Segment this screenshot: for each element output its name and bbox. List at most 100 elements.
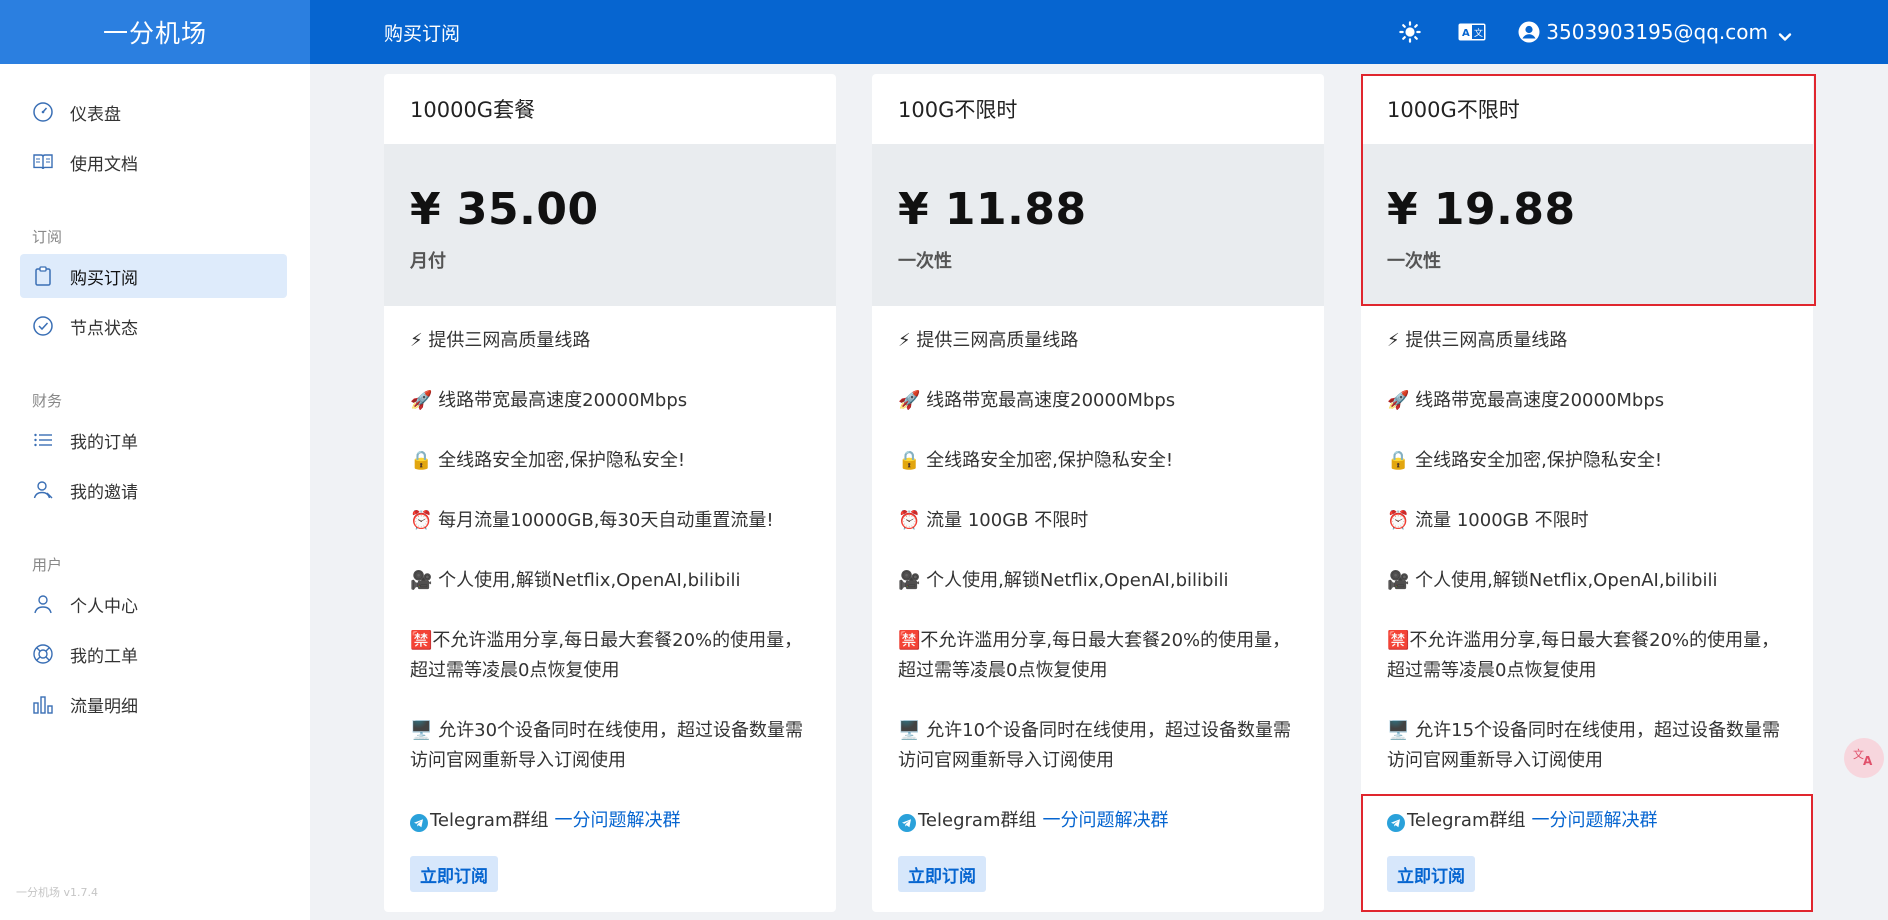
feature-item: 🔒 全线路安全加密,保护隐私安全! — [410, 450, 686, 471]
plan-card: 100G不限时 ¥ 11.88 一次性 ⚡ 提供三网高质量线路 🚀 线路带宽最高… — [872, 74, 1324, 912]
feature-list: ⚡ 提供三网高质量线路 🚀 线路带宽最高速度20000Mbps 🔒 全线路安全加… — [384, 306, 836, 836]
sidebar-item-tickets[interactable]: 我的工单 — [20, 632, 287, 676]
sidebar-item-label: 我的订单 — [70, 432, 138, 453]
feature-item: ⚡ 提供三网高质量线路 — [410, 330, 591, 351]
price-box: ¥ 19.88 一次性 — [1361, 144, 1813, 306]
sidebar-item-buy-subscription[interactable]: 购买订阅 — [20, 254, 287, 298]
feature-item: 🈲不允许滥用分享,每日最大套餐20%的使用量，超过需等凌晨0点恢复使用 — [898, 630, 1291, 681]
feature-item: ⏰ 流量 100GB 不限时 — [898, 510, 1089, 531]
feature-item: 🈲不允许滥用分享,每日最大套餐20%的使用量，超过需等凌晨0点恢复使用 — [410, 630, 803, 681]
telegram-group-link[interactable]: 一分问题解决群 — [1531, 806, 1657, 836]
lifebuoy-icon — [32, 643, 54, 665]
telegram-label: Telegram群组 — [430, 810, 549, 831]
telegram-icon — [1387, 812, 1405, 832]
nav-group-user: 用户 — [32, 556, 63, 574]
user-menu[interactable]: 3503903195@qq.com — [1518, 20, 1792, 44]
sidebar-item-my-invites[interactable]: 我的邀请 — [20, 468, 287, 512]
feature-item: 🚀 线路带宽最高速度20000Mbps — [1387, 390, 1665, 411]
subscribe-button[interactable]: 立即订阅 — [410, 856, 498, 892]
app-version: 一分机场 v1.7.4 — [16, 886, 98, 899]
sidebar-item-label: 我的邀请 — [70, 482, 138, 503]
sidebar-item-label: 个人中心 — [70, 596, 138, 617]
sidebar-item-label: 购买订阅 — [70, 268, 138, 289]
feature-item: 🔒 全线路安全加密,保护隐私安全! — [898, 450, 1174, 471]
feature-item: 🎥 个人使用,解锁Netflix,OpenAI,bilibili — [410, 570, 741, 591]
plan-card: 10000G套餐 ¥ 35.00 月付 ⚡ 提供三网高质量线路 🚀 线路带宽最高… — [384, 74, 836, 912]
svg-text:文: 文 — [1474, 27, 1483, 39]
feature-item: ⚡ 提供三网高质量线路 — [1387, 330, 1568, 351]
user-avatar-icon — [1518, 21, 1540, 43]
svg-text:A: A — [1863, 754, 1873, 768]
feature-item: ⚡ 提供三网高质量线路 — [898, 330, 1079, 351]
sidebar-item-label: 节点状态 — [70, 318, 138, 339]
dashboard-icon — [32, 101, 54, 123]
plan-card: 1000G不限时 ¥ 19.88 一次性 ⚡ 提供三网高质量线路 🚀 线路带宽最… — [1361, 74, 1813, 912]
sidebar-item-label: 流量明细 — [70, 696, 138, 717]
language-icon[interactable]: A文 — [1458, 22, 1486, 42]
telegram-row: Telegram群组 一分问题解决群 — [410, 806, 810, 836]
sidebar-item-label: 我的工单 — [70, 646, 138, 667]
sidebar: 仪表盘 使用文档 订阅 购买订阅 节点状态 财务 我的订单 我的邀请 用户 个人… — [0, 64, 310, 920]
feature-item: ⏰ 流量 1000GB 不限时 — [1387, 510, 1589, 531]
feature-list: ⚡ 提供三网高质量线路 🚀 线路带宽最高速度20000Mbps 🔒 全线路安全加… — [872, 306, 1324, 836]
telegram-icon — [898, 812, 916, 832]
feature-list: ⚡ 提供三网高质量线路 🚀 线路带宽最高速度20000Mbps 🔒 全线路安全加… — [1361, 306, 1813, 836]
page-title: 购买订阅 — [384, 22, 461, 45]
nav-group-finance: 财务 — [32, 392, 63, 410]
sidebar-item-docs[interactable]: 使用文档 — [20, 140, 287, 184]
telegram-label: Telegram群组 — [918, 810, 1037, 831]
feature-item: 🖥️ 允许10个设备同时在线使用，超过设备数量需访问官网重新导入订阅使用 — [898, 720, 1292, 771]
user-icon — [32, 593, 54, 615]
sidebar-item-my-orders[interactable]: 我的订单 — [20, 418, 287, 462]
feature-item: 🚀 线路带宽最高速度20000Mbps — [410, 390, 688, 411]
telegram-icon — [410, 812, 428, 832]
feature-item: 🖥️ 允许30个设备同时在线使用，超过设备数量需访问官网重新导入订阅使用 — [410, 720, 804, 771]
telegram-row: Telegram群组 一分问题解决群 — [898, 806, 1298, 836]
user-email: 3503903195@qq.com — [1546, 20, 1768, 44]
bar-chart-icon — [32, 693, 54, 715]
sidebar-item-node-status[interactable]: 节点状态 — [20, 304, 287, 348]
nav-group-subscribe: 订阅 — [32, 228, 63, 246]
check-circle-icon — [32, 315, 54, 337]
theme-toggle-icon[interactable] — [1398, 20, 1422, 44]
feature-item: ⏰ 每月流量10000GB,每30天自动重置流量! — [410, 510, 774, 531]
sidebar-item-dashboard[interactable]: 仪表盘 — [20, 90, 287, 134]
user-invite-icon — [32, 479, 54, 501]
price-box: ¥ 35.00 月付 — [384, 144, 836, 306]
brand-logo[interactable]: 一分机场 — [0, 0, 310, 64]
plan-name: 1000G不限时 — [1387, 98, 1520, 122]
sidebar-item-label: 仪表盘 — [70, 104, 121, 125]
sidebar-item-label: 使用文档 — [70, 154, 138, 175]
plan-price: ¥ 35.00 — [410, 184, 599, 235]
plan-period: 一次性 — [898, 251, 952, 272]
plan-name: 10000G套餐 — [410, 98, 536, 122]
telegram-group-link[interactable]: 一分问题解决群 — [554, 806, 680, 836]
feature-item: 🚀 线路带宽最高速度20000Mbps — [898, 390, 1176, 411]
clipboard-icon — [32, 265, 54, 287]
subscribe-button[interactable]: 立即订阅 — [898, 856, 986, 892]
telegram-label: Telegram群组 — [1407, 810, 1526, 831]
plan-period: 一次性 — [1387, 251, 1441, 272]
chevron-down-icon — [1778, 25, 1792, 41]
feature-item: 🈲不允许滥用分享,每日最大套餐20%的使用量，超过需等凌晨0点恢复使用 — [1387, 630, 1780, 681]
plan-period: 月付 — [410, 251, 446, 272]
telegram-group-link[interactable]: 一分问题解决群 — [1042, 806, 1168, 836]
svg-text:A: A — [1462, 28, 1470, 39]
sidebar-item-profile[interactable]: 个人中心 — [20, 582, 287, 626]
translate-icon: 文A — [1852, 744, 1876, 772]
plan-price: ¥ 11.88 — [898, 184, 1087, 235]
telegram-row: Telegram群组 一分问题解决群 — [1387, 806, 1787, 836]
subscribe-button[interactable]: 立即订阅 — [1387, 856, 1475, 892]
list-icon — [32, 429, 54, 451]
price-box: ¥ 11.88 一次性 — [872, 144, 1324, 306]
feature-item: 🎥 个人使用,解锁Netflix,OpenAI,bilibili — [898, 570, 1229, 591]
feature-item: 🎥 个人使用,解锁Netflix,OpenAI,bilibili — [1387, 570, 1718, 591]
translate-float-button[interactable]: 文A — [1844, 738, 1884, 778]
sidebar-item-traffic[interactable]: 流量明细 — [20, 682, 287, 726]
plan-price: ¥ 19.88 — [1387, 184, 1576, 235]
plan-name: 100G不限时 — [898, 98, 1018, 122]
header-actions: A文 3503903195@qq.com — [1398, 0, 1792, 64]
feature-item: 🖥️ 允许15个设备同时在线使用，超过设备数量需访问官网重新导入订阅使用 — [1387, 720, 1781, 771]
feature-item: 🔒 全线路安全加密,保护隐私安全! — [1387, 450, 1663, 471]
book-icon — [32, 151, 54, 173]
